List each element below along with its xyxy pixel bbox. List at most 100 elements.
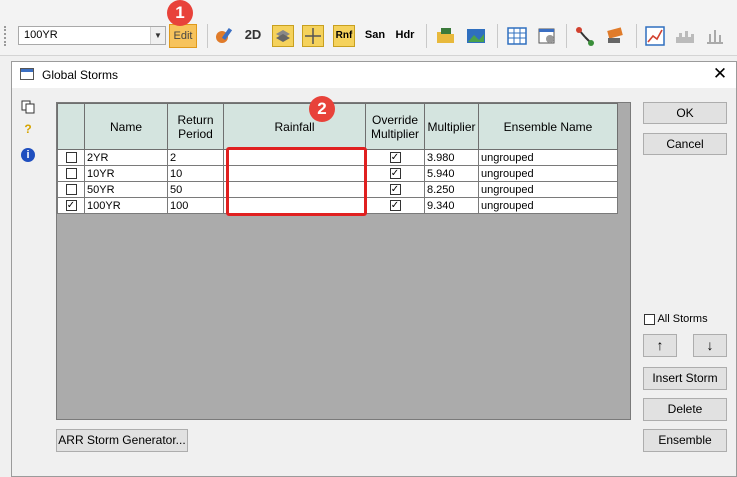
san-icon[interactable]: San (362, 25, 388, 47)
insert-storm-button[interactable]: Insert Storm (643, 367, 727, 390)
row-select-cell[interactable]: ✓ (57, 197, 85, 214)
chart-icon[interactable] (644, 25, 666, 47)
name-cell-text: 2YR (87, 151, 109, 164)
crosshair-icon[interactable] (302, 25, 324, 47)
all-storms-checkbox[interactable]: All Storms (644, 313, 708, 325)
dialog-titlebar: Global Storms ✕ (12, 62, 736, 88)
skyline-icon[interactable] (674, 25, 696, 47)
move-up-button[interactable]: ↑ (643, 334, 677, 357)
return-period-cell-text: 2 (170, 151, 177, 164)
override-multiplier-column-header: Override Multiplier (365, 103, 425, 150)
callout-badge-2: 2 (309, 96, 335, 122)
toolbar-grip[interactable] (4, 26, 9, 46)
return-period-cell-text: 10 (170, 167, 183, 180)
override-multiplier-cell[interactable]: ✓ (365, 197, 425, 214)
name-cell[interactable]: 2YR (84, 149, 168, 166)
multiplier-cell-text: 3.980 (427, 151, 455, 164)
chevron-down-icon[interactable]: ▼ (150, 27, 165, 44)
name-cell-text: 10YR (87, 167, 115, 180)
all-storms-label: All Storms (657, 313, 708, 325)
return-period-cell[interactable]: 2 (167, 149, 224, 166)
ensemble-name-cell-text: ungrouped (481, 199, 534, 212)
toolbar-separator (497, 24, 498, 48)
checkbox[interactable] (65, 168, 77, 180)
toolbar-separator (566, 24, 567, 48)
image-icon[interactable] (465, 25, 487, 47)
return-period-cell[interactable]: 100 (167, 197, 224, 214)
storm-select-value: 100YR (24, 29, 58, 41)
layers-icon[interactable] (272, 25, 294, 47)
tools-icon[interactable] (213, 25, 235, 47)
row-select-cell[interactable] (57, 181, 85, 198)
ensemble-name-cell[interactable]: ungrouped (478, 197, 618, 214)
checkbox[interactable]: ✓ (389, 168, 401, 180)
delete-button[interactable]: Delete (643, 398, 727, 421)
window-icon (20, 68, 34, 80)
name-cell[interactable]: 10YR (84, 165, 168, 182)
checkbox[interactable] (65, 184, 77, 196)
ensemble-name-cell-text: ungrouped (481, 151, 534, 164)
ensemble-name-cell-text: ungrouped (481, 183, 534, 196)
return-period-cell[interactable]: 10 (167, 165, 224, 182)
name-cell[interactable]: 100YR (84, 197, 168, 214)
storm-select[interactable]: 100YR ▼ (18, 26, 166, 45)
hdr-icon[interactable]: Hdr (392, 25, 418, 47)
multiplier-cell-text: 9.340 (427, 199, 455, 212)
open-folder-icon[interactable] (435, 25, 457, 47)
rainfall-highlight (226, 147, 367, 216)
row-select-cell[interactable] (57, 149, 85, 166)
ensemble-button[interactable]: Ensemble (643, 429, 727, 452)
checkbox[interactable] (65, 152, 77, 164)
checkbox[interactable]: ✓ (389, 184, 401, 196)
table-icon[interactable] (506, 25, 528, 47)
properties-icon[interactable] (536, 25, 558, 47)
name-cell[interactable]: 50YR (84, 181, 168, 198)
copy-icon[interactable] (21, 100, 35, 114)
network-icon[interactable] (574, 25, 596, 47)
cancel-button[interactable]: Cancel (643, 133, 727, 155)
return-period-column-header: Return Period (167, 103, 224, 150)
arr-storm-generator-button[interactable]: ARR Storm Generator... (56, 429, 188, 452)
global-storms-dialog: Global Storms ✕ ? i Name Return Period R… (11, 61, 737, 477)
eraser-icon[interactable] (604, 25, 626, 47)
structure-icon[interactable] (704, 25, 726, 47)
ensemble-name-cell[interactable]: ungrouped (478, 149, 618, 166)
checkbox[interactable]: ✓ (389, 200, 401, 212)
close-icon[interactable]: ✕ (710, 64, 730, 84)
row-select-cell[interactable] (57, 165, 85, 182)
checkbox[interactable] (644, 313, 655, 325)
ensemble-name-column-header: Ensemble Name (478, 103, 618, 150)
name-cell-text: 50YR (87, 183, 115, 196)
table-header-row: Name Return Period Rainfall Override Mul… (57, 103, 618, 150)
select-column-header (57, 103, 85, 150)
override-multiplier-cell[interactable]: ✓ (365, 165, 425, 182)
callout-badge-1: 1 (167, 0, 193, 26)
override-multiplier-cell[interactable]: ✓ (365, 149, 425, 166)
edit-button[interactable]: Edit (169, 24, 197, 48)
multiplier-cell[interactable]: 3.980 (424, 149, 479, 166)
multiplier-cell-text: 5.940 (427, 167, 455, 180)
help-icon[interactable]: ? (21, 122, 35, 136)
move-down-button[interactable]: ↓ (693, 334, 727, 357)
multiplier-cell[interactable]: 8.250 (424, 181, 479, 198)
multiplier-cell[interactable]: 9.340 (424, 197, 479, 214)
toolbar-separator (636, 24, 637, 48)
name-column-header: Name (84, 103, 168, 150)
ok-button[interactable]: OK (643, 102, 727, 124)
ensemble-name-cell[interactable]: ungrouped (478, 181, 618, 198)
toolbar-separator (426, 24, 427, 48)
multiplier-cell-text: 8.250 (427, 183, 455, 196)
multiplier-cell[interactable]: 5.940 (424, 165, 479, 182)
return-period-cell-text: 100 (170, 199, 189, 212)
info-icon[interactable]: i (21, 148, 35, 162)
2d-icon[interactable]: 2D (242, 25, 264, 47)
rnf-icon[interactable]: Rnf (333, 25, 355, 47)
dialog-title: Global Storms (42, 68, 119, 82)
checkbox[interactable]: ✓ (389, 152, 401, 164)
main-toolbar: 100YR ▼ Edit 1 2D Rnf San Hdr (0, 0, 737, 56)
override-multiplier-cell[interactable]: ✓ (365, 181, 425, 198)
ensemble-name-cell-text: ungrouped (481, 167, 534, 180)
checkbox[interactable]: ✓ (65, 200, 77, 212)
return-period-cell[interactable]: 50 (167, 181, 224, 198)
ensemble-name-cell[interactable]: ungrouped (478, 165, 618, 182)
